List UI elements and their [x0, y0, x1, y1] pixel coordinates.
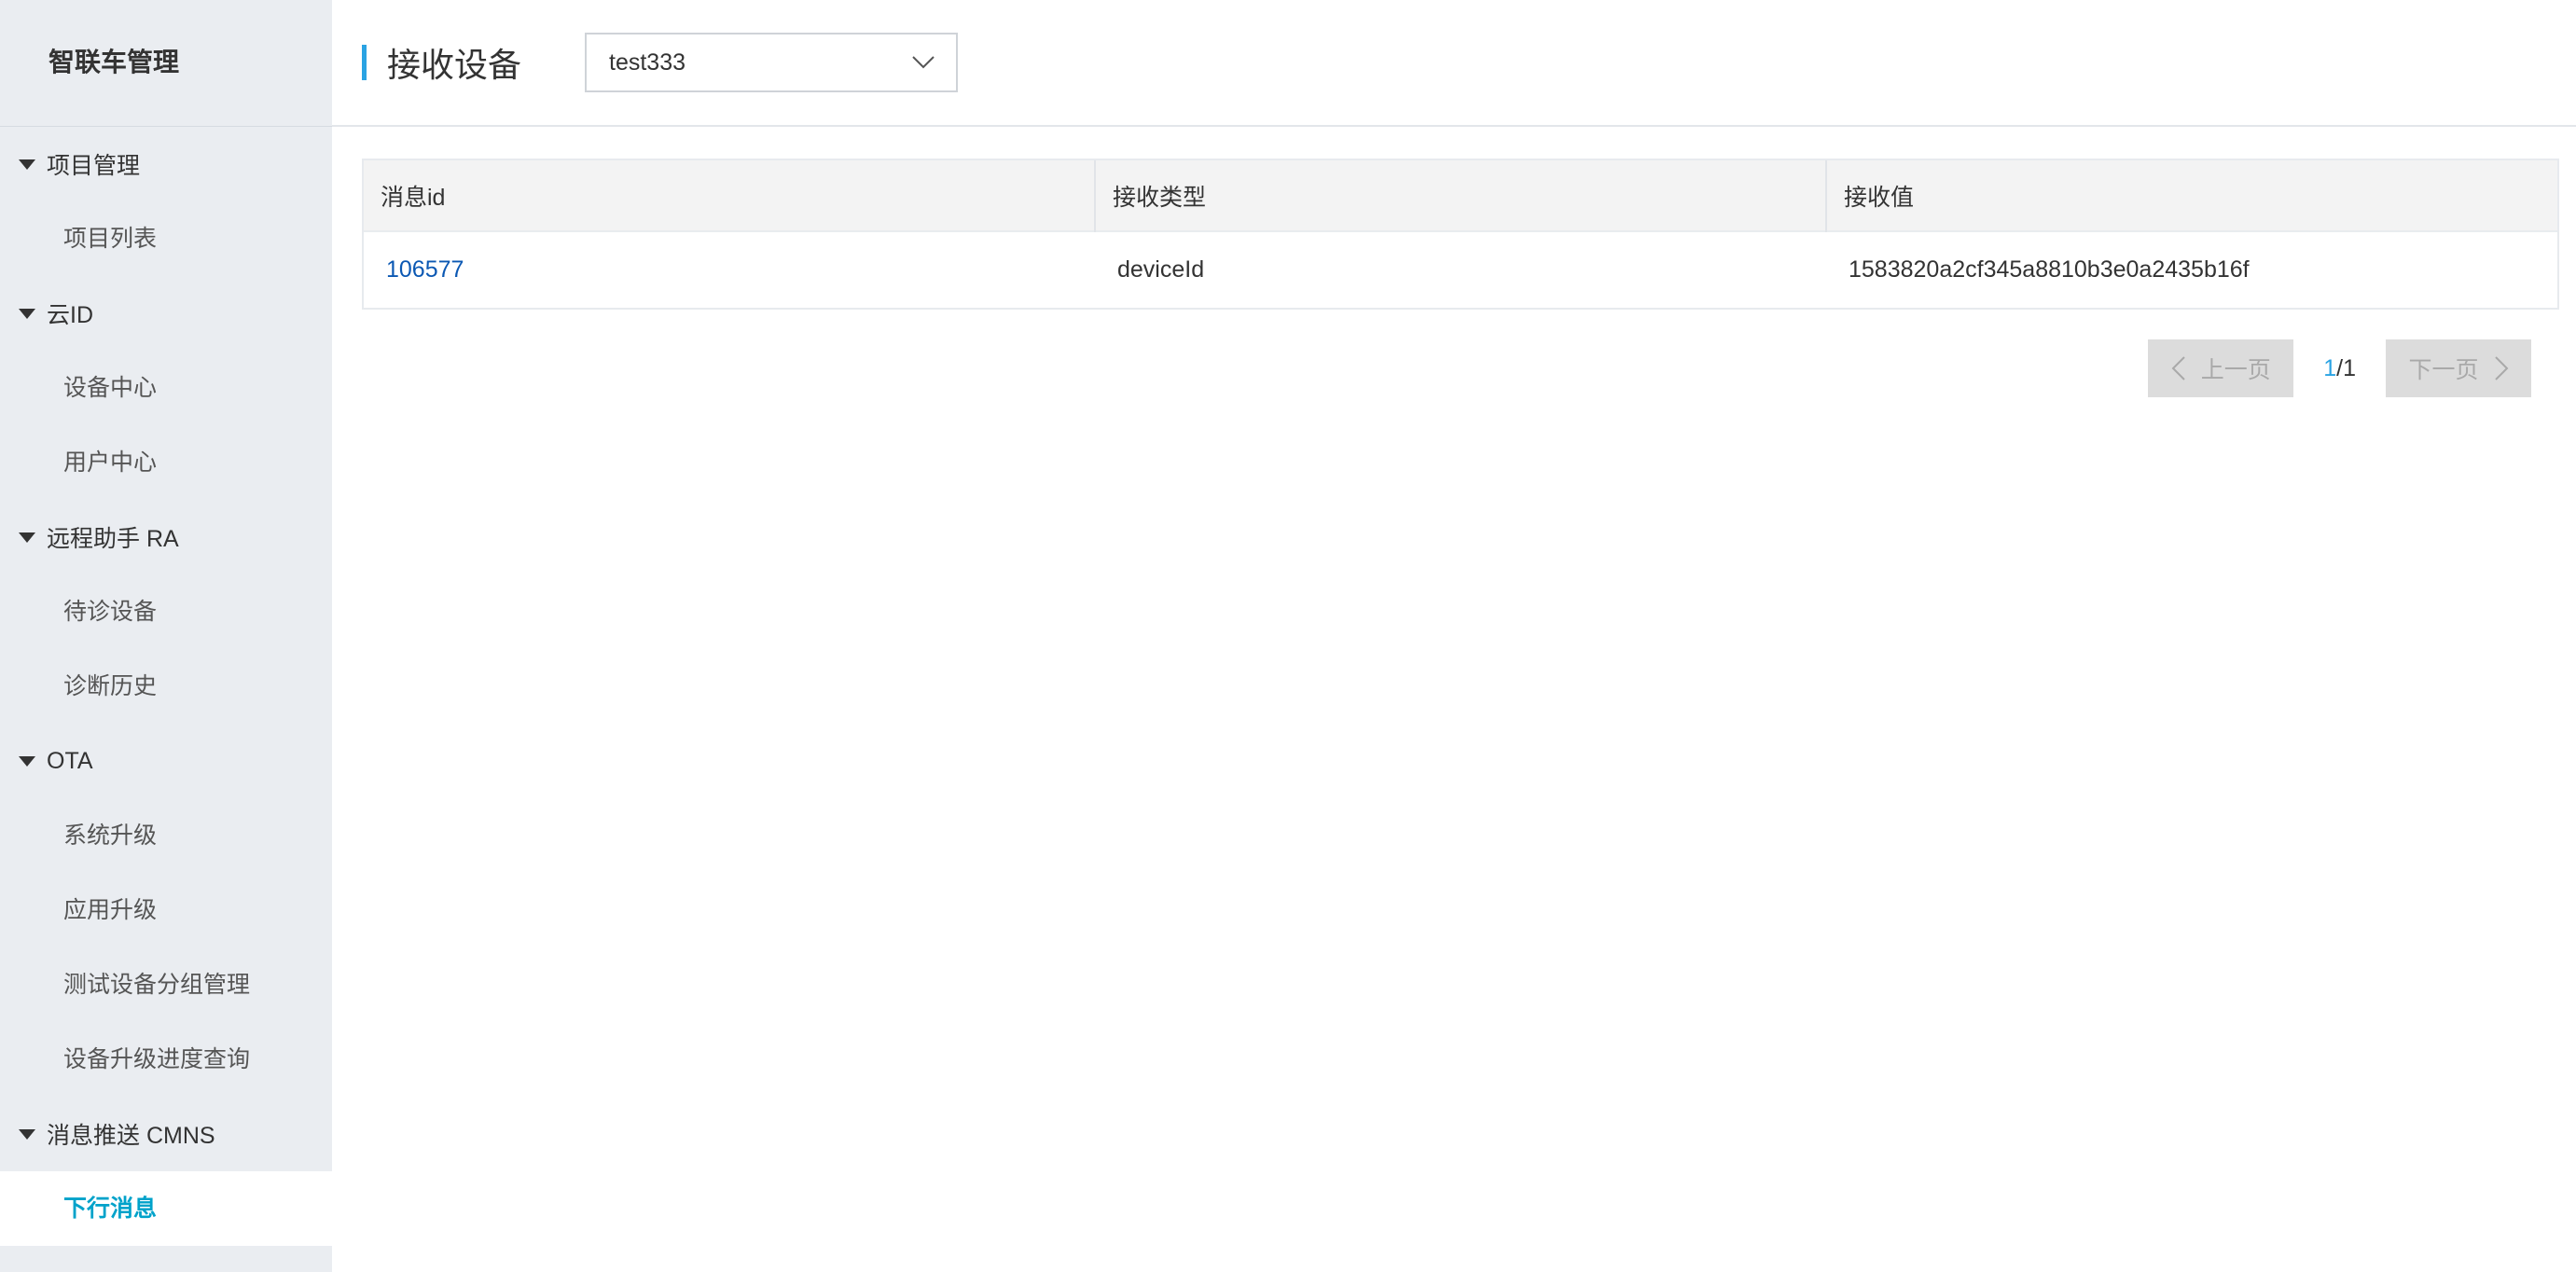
- sidebar-item-user-center[interactable]: 用户中心: [0, 425, 332, 500]
- nav-group-label: 远程助手 RA: [47, 526, 179, 552]
- nav-group-ota[interactable]: OTA: [0, 724, 332, 798]
- pagination: 上一页 1/1 下一页: [2148, 339, 2531, 397]
- column-header-receive-value: 接收值: [1826, 160, 2557, 231]
- sidebar: 智联车管理 项目管理 项目列表 云ID 设备中心 用户中心 远程助手 RA 待诊…: [0, 0, 332, 1272]
- sidebar-title: 智联车管理: [0, 0, 332, 127]
- caret-down-icon: [0, 755, 47, 767]
- nav-group-label: OTA: [47, 747, 93, 774]
- prev-page-label: 上一页: [2200, 357, 2271, 383]
- caret-down-icon: [0, 308, 47, 319]
- title-accent-bar: [362, 45, 367, 80]
- caret-down-icon: [0, 159, 47, 170]
- sidebar-item-diagnosis-history[interactable]: 诊断历史: [0, 649, 332, 724]
- nav-group-label: 项目管理: [47, 153, 141, 179]
- caret-down-icon: [0, 1128, 47, 1140]
- next-page-label: 下一页: [2408, 357, 2479, 383]
- select-value: test333: [609, 48, 686, 76]
- column-header-message-id: 消息id: [364, 160, 1096, 231]
- table-header-row: 消息id 接收类型 接收值: [364, 160, 2557, 231]
- table-row: 106577 deviceId 1583820a2cf345a8810b3e0a…: [364, 230, 2557, 308]
- sidebar-item-app-upgrade[interactable]: 应用升级: [0, 873, 332, 947]
- prev-page-button[interactable]: 上一页: [2148, 339, 2294, 397]
- sidebar-item-project-list[interactable]: 项目列表: [0, 201, 332, 276]
- page-header: 接收设备 test333: [332, 0, 2576, 127]
- sidebar-item-device-center[interactable]: 设备中心: [0, 351, 332, 425]
- total-pages: /1: [2336, 354, 2356, 381]
- nav-group-project-management[interactable]: 项目管理: [0, 127, 332, 201]
- sidebar-item-upgrade-progress[interactable]: 设备升级进度查询: [0, 1022, 332, 1097]
- page-title: 接收设备: [387, 46, 522, 84]
- receive-type-cell: deviceId: [1095, 230, 1826, 308]
- chevron-right-icon: [2494, 356, 2508, 380]
- current-page: 1: [2323, 354, 2337, 381]
- message-id-link[interactable]: 106577: [386, 256, 464, 283]
- sidebar-item-pending-devices[interactable]: 待诊设备: [0, 574, 332, 649]
- receivers-table: 消息id 接收类型 接收值 106577 deviceId 1583820a2c…: [362, 159, 2559, 310]
- sidebar-item-test-device-groups[interactable]: 测试设备分组管理: [0, 947, 332, 1022]
- nav-group-push-cmns[interactable]: 消息推送 CMNS: [0, 1097, 332, 1171]
- next-page-button[interactable]: 下一页: [2386, 339, 2531, 397]
- nav-group-cloud-id[interactable]: 云ID: [0, 276, 332, 351]
- chevron-left-icon: [2171, 356, 2185, 380]
- nav-group-remote-assistant[interactable]: 远程助手 RA: [0, 500, 332, 574]
- nav-group-label: 消息推送 CMNS: [47, 1123, 215, 1149]
- page-indicator: 1/1: [2293, 355, 2386, 382]
- caret-down-icon: [0, 532, 47, 543]
- chevron-down-icon: [912, 56, 935, 69]
- sidebar-item-downlink-messages[interactable]: 下行消息: [0, 1171, 332, 1246]
- nav-group-label: 云ID: [47, 302, 94, 328]
- message-id-cell: 106577: [364, 230, 1095, 308]
- column-header-receive-type: 接收类型: [1095, 160, 1827, 231]
- sidebar-item-system-upgrade[interactable]: 系统升级: [0, 798, 332, 873]
- main-content: 接收设备 test333 消息id 接收类型 接收值 106577 device…: [332, 0, 2576, 1272]
- project-select[interactable]: test333: [585, 33, 959, 92]
- receive-value-cell: 1583820a2cf345a8810b3e0a2435b16f: [1826, 230, 2557, 308]
